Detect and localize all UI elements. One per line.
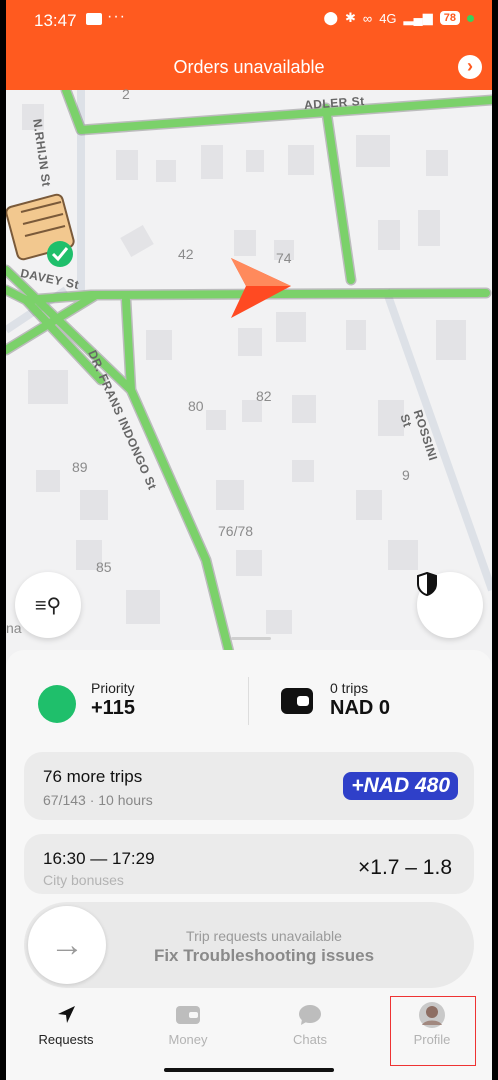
banner-title: Orders unavailable — [173, 57, 325, 77]
trips-label: 0 trips — [330, 680, 369, 696]
search-list-button[interactable]: ≡⚲ — [15, 572, 81, 638]
tab-chats[interactable]: Chats — [265, 998, 355, 1062]
status-time: 13:47 — [34, 11, 77, 30]
status-right-icons: ⬤ ✱ ∞ 4G ▂▄▆ 78 — [323, 10, 474, 26]
tab-label: Money — [168, 1032, 208, 1047]
bonus-card[interactable]: 16:30 — 17:29 City bonuses ×1.7 – 1.8 — [24, 834, 474, 894]
plot-number: 2 — [122, 86, 130, 102]
reward-badge: +NAD 480 — [343, 772, 458, 800]
signal-icon: ▂▄▆ — [403, 10, 433, 25]
profile-highlight-box — [390, 996, 476, 1066]
safety-button[interactable] — [417, 572, 483, 638]
priority-value: +115 — [91, 697, 135, 719]
chat-bubble-icon — [265, 998, 355, 1032]
network-type: 4G — [379, 10, 397, 26]
plot-number: 82 — [256, 388, 272, 404]
tab-money[interactable]: Money — [143, 998, 233, 1062]
active-dot-icon — [467, 14, 474, 22]
plot-number: 89 — [72, 459, 88, 475]
slider-status: Trip requests unavailable — [186, 928, 342, 944]
plot-number: 80 — [188, 398, 204, 414]
plot-number: 42 — [178, 246, 194, 262]
goal-title: 76 more trips — [43, 767, 143, 786]
bluetooth-icon: ✱ — [345, 10, 356, 25]
earnings-value: NAD 0 — [330, 697, 391, 719]
battery-level: 78 — [439, 11, 460, 25]
navigation-arrow-icon — [21, 998, 111, 1032]
bonus-label: City bonuses — [43, 872, 124, 888]
goal-card[interactable]: 76 more trips 67/143 · 10 hours +NAD 480 — [24, 752, 474, 820]
go-online-slider[interactable]: → Trip requests unavailable Fix Troubles… — [24, 902, 474, 988]
location-pin-icon: ⬤ — [323, 10, 338, 25]
plot-number: 76/78 — [218, 523, 254, 539]
search-list-icon: ≡⚲ — [34, 594, 62, 617]
plot-number: 74 — [276, 250, 292, 266]
orders-banner[interactable]: Orders unavailable › — [6, 44, 492, 90]
wallet-icon — [281, 688, 313, 714]
shield-icon — [417, 572, 437, 596]
bonus-multiplier: ×1.7 – 1.8 — [358, 856, 452, 879]
slider-action: Fix Troubleshooting issues — [153, 946, 375, 965]
video-camera-icon — [86, 13, 102, 25]
wallet-icon — [143, 998, 233, 1032]
tab-label: Requests — [38, 1032, 94, 1047]
link-icon: ∞ — [362, 10, 373, 26]
goal-progress: 67/143 · 10 hours — [43, 792, 153, 808]
stat-divider — [248, 677, 249, 725]
tab-requests[interactable]: Requests — [21, 998, 111, 1062]
priority-icon[interactable] — [38, 685, 76, 723]
app-screen: 13:47 ··· ⬤ ✱ ∞ 4G ▂▄▆ 78 Orders unavail… — [6, 0, 492, 1080]
home-indicator — [164, 1068, 334, 1072]
chevron-right-icon[interactable]: › — [458, 55, 482, 79]
status-dots: ··· — [107, 8, 126, 25]
slider-knob[interactable]: → — [28, 906, 106, 984]
plot-number: 85 — [96, 559, 112, 575]
status-bar: 13:47 ··· ⬤ ✱ ∞ 4G ▂▄▆ 78 — [6, 0, 492, 44]
bonus-time: 16:30 — 17:29 — [43, 849, 155, 868]
tab-label: Chats — [293, 1032, 327, 1047]
plot-number: 9 — [402, 467, 410, 483]
map-view[interactable]: ADLER St N.RHIJN St DAVEY St DR. FRANS I… — [6, 86, 492, 660]
priority-label: Priority — [91, 680, 135, 696]
earnings-stat[interactable]: 0 trips NAD 0 — [330, 680, 390, 730]
priority-stat[interactable]: Priority +115 — [91, 680, 135, 730]
